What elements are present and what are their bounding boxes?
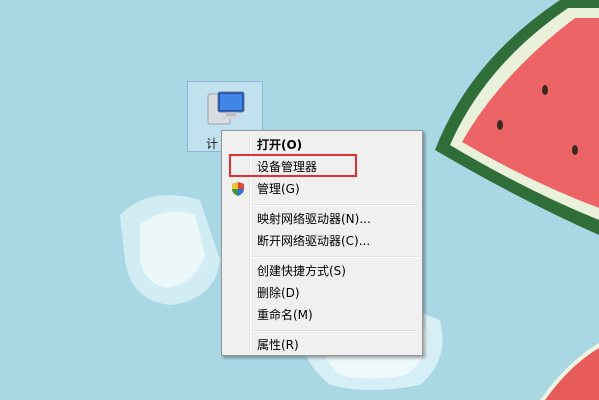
menu-item-label: 创建快捷方式(S): [257, 264, 346, 278]
menu-item-create-shortcut[interactable]: 创建快捷方式(S): [225, 260, 419, 282]
computer-icon: [207, 91, 245, 125]
menu-item-label: 映射网络驱动器(N)...: [257, 212, 371, 226]
menu-item-label: 断开网络驱动器(C)...: [257, 234, 371, 248]
menu-separator: [252, 330, 419, 332]
menu-item-label: 删除(D): [257, 286, 300, 300]
menu-separator: [252, 204, 419, 206]
menu-separator: [252, 256, 419, 258]
uac-shield-icon: [232, 182, 244, 196]
computer-icon-label: 计: [206, 137, 219, 151]
highlight-annotation: [229, 154, 357, 177]
menu-item-properties[interactable]: 属性(R): [225, 334, 419, 356]
menu-item-manage[interactable]: 管理(G): [225, 178, 419, 200]
menu-item-disconnect-network-drive[interactable]: 断开网络驱动器(C)...: [225, 230, 419, 252]
menu-item-open[interactable]: 打开(O): [225, 134, 419, 156]
menu-item-label: 属性(R): [257, 338, 299, 352]
menu-item-label: 打开(O): [257, 138, 303, 152]
menu-item-rename[interactable]: 重命名(M): [225, 304, 419, 326]
menu-item-label: 管理(G): [257, 182, 300, 196]
menu-item-delete[interactable]: 删除(D): [225, 282, 419, 304]
menu-item-map-network-drive[interactable]: 映射网络驱动器(N)...: [225, 208, 419, 230]
menu-item-label: 重命名(M): [257, 308, 313, 322]
